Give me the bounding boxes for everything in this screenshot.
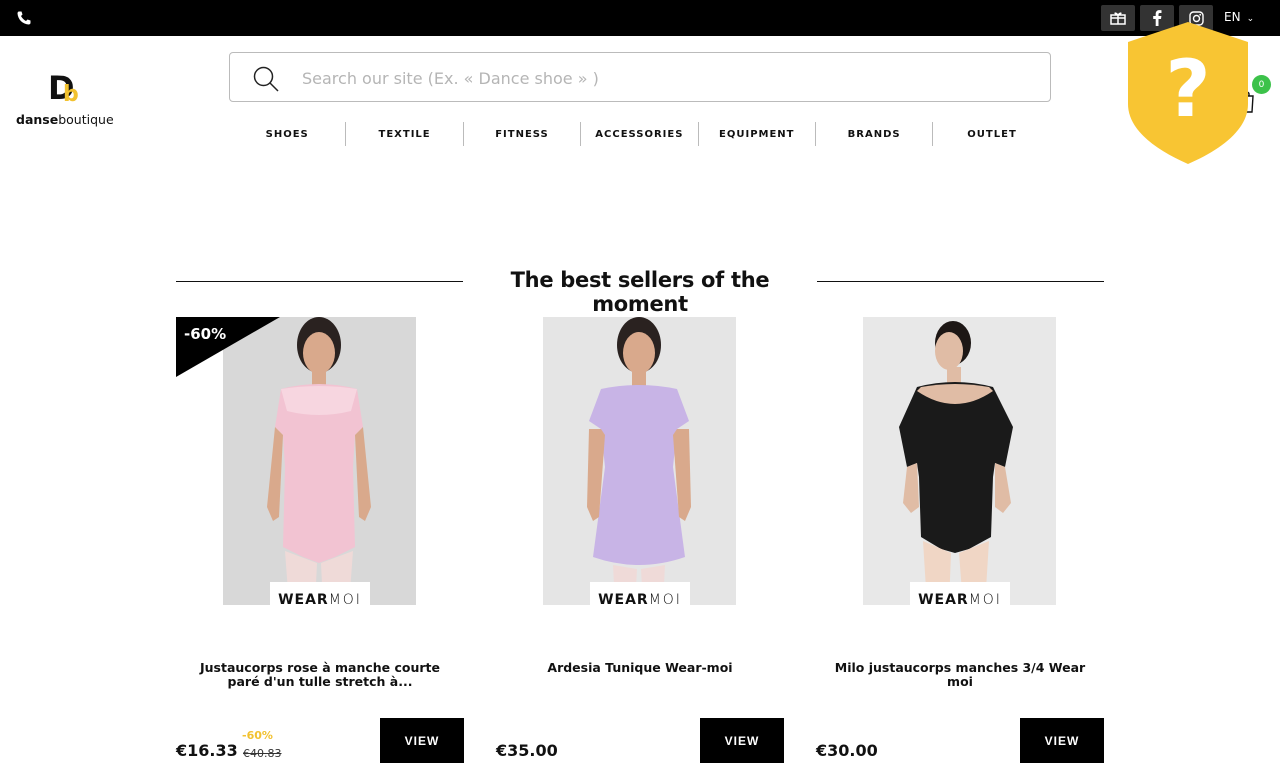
old-price: €40.83 — [243, 747, 282, 760]
product-card[interactable]: WEAR MOI Milo justaucorps manches 3/4 Wea… — [816, 317, 1104, 768]
product-name[interactable]: Milo justaucorps manches 3/4 Wear moi — [816, 661, 1104, 689]
main-nav: SHOES TEXTILE FITNESS ACCESSORIES EQUIPM… — [229, 122, 1051, 146]
product-image[interactable] — [863, 317, 1056, 605]
divider — [817, 281, 1104, 282]
section-title: The best sellers of the moment — [510, 268, 770, 316]
discount-percent: -60% — [242, 729, 273, 742]
product-image[interactable] — [543, 317, 736, 605]
nav-item-brands[interactable]: BRANDS — [816, 122, 934, 146]
phone-icon[interactable] — [16, 10, 32, 26]
logo-wordmark: danseboutique — [16, 112, 114, 127]
product-price: €16.33 — [176, 741, 238, 760]
brand-logo: WEAR MOI — [270, 582, 370, 618]
logo[interactable]: D b danseboutique — [16, 70, 126, 130]
nav-item-textile[interactable]: TEXTILE — [346, 122, 464, 146]
brand-logo: WEAR MOI — [910, 582, 1010, 618]
nav-item-accessories[interactable]: ACCESSORIES — [581, 122, 699, 146]
brand-name-light: MOI — [648, 592, 682, 608]
product-name[interactable]: Justaucorps rose à manche courte paré d'… — [176, 661, 464, 689]
logo-word-light: boutique — [58, 112, 114, 127]
product-photo-lilac-tunic — [543, 317, 736, 605]
view-button[interactable]: VIEW — [380, 718, 464, 763]
search-input[interactable] — [302, 63, 1022, 93]
section-header: The best sellers of the moment — [176, 266, 1104, 316]
product-name[interactable]: Ardesia Tunique Wear-moi — [496, 661, 784, 675]
nav-item-shoes[interactable]: SHOES — [229, 122, 347, 146]
product-price: €30.00 — [816, 741, 878, 760]
brand-logo: WEAR MOI — [590, 582, 690, 618]
logo-word-bold: danse — [16, 112, 59, 127]
brand-name-bold: WEAR — [598, 592, 649, 608]
nav-item-equipment[interactable]: EQUIPMENT — [699, 122, 816, 146]
brand-name-bold: WEAR — [278, 592, 329, 608]
nav-item-fitness[interactable]: FITNESS — [464, 122, 582, 146]
cart-count-badge: 0 — [1252, 75, 1271, 94]
help-question-mark: ? — [1165, 45, 1210, 135]
product-price: €35.00 — [496, 741, 558, 760]
top-bar: EN ⌄ — [0, 0, 1280, 36]
brand-name-light: MOI — [328, 592, 362, 608]
discount-badge-label: -60% — [184, 325, 227, 343]
brand-name-bold: WEAR — [918, 592, 969, 608]
brand-name-light: MOI — [968, 592, 1002, 608]
logo-mark-b: b — [63, 82, 79, 107]
search-icon[interactable] — [252, 65, 280, 93]
search-bar — [229, 52, 1051, 102]
nav-item-outlet[interactable]: OUTLET — [933, 122, 1050, 146]
product-card[interactable]: -60% WEAR MOI Justaucorps rose à manche c… — [176, 317, 464, 768]
divider — [176, 281, 463, 282]
view-button[interactable]: VIEW — [700, 718, 784, 763]
view-button[interactable]: VIEW — [1020, 718, 1104, 763]
help-shield-icon[interactable]: ? — [1124, 18, 1252, 166]
product-photo-black-leotard — [863, 317, 1056, 605]
product-card[interactable]: WEAR MOI Ardesia Tunique Wear-moi €35.00 … — [496, 317, 784, 768]
